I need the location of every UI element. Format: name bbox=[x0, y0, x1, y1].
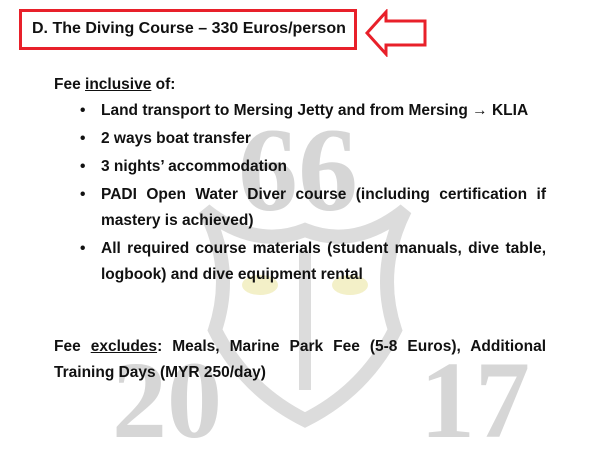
fee-details: Fee inclusive of: • Land transport to Mer… bbox=[54, 72, 546, 386]
section-heading-box: D. The Diving Course – 330 Euros/person bbox=[19, 9, 357, 50]
list-item: • All required course materials (student … bbox=[80, 240, 546, 283]
inclusive-label: Fee inclusive of: bbox=[54, 76, 176, 93]
list-item: • 2 ways boat transfer bbox=[80, 130, 251, 147]
inclusive-list: • Land transport to Mersing Jetty and fro… bbox=[54, 98, 546, 288]
section-heading: D. The Diving Course – 330 Euros/person bbox=[32, 20, 346, 37]
list-item: • 3 nights’ accommodation bbox=[80, 158, 288, 175]
list-item: • Land transport to Mersing Jetty and fro… bbox=[80, 102, 529, 119]
list-item: • PADI Open Water Diver course (including… bbox=[80, 186, 546, 229]
excludes-text: Fee excludes: Meals, Marine Park Fee (5-… bbox=[54, 338, 546, 381]
left-arrow-icon bbox=[364, 9, 427, 57]
